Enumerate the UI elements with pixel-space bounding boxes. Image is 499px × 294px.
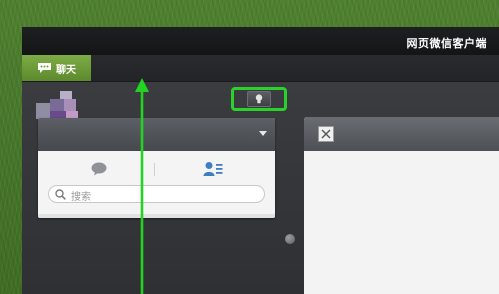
- sidebar-tabs: [38, 158, 275, 182]
- close-button[interactable]: [318, 126, 334, 142]
- search-placeholder: 搜索: [71, 192, 91, 203]
- search-icon: [55, 189, 66, 200]
- nav-tab-chat[interactable]: 聊天: [22, 55, 91, 81]
- lightbulb-button[interactable]: [231, 87, 287, 111]
- annotation-arrow-icon: [135, 78, 149, 294]
- lightbulb-icon: [255, 94, 263, 104]
- panel-footer: [38, 214, 275, 218]
- scroll-handle[interactable]: [285, 234, 295, 244]
- speech-bubble-icon: [38, 63, 51, 73]
- close-icon: [321, 129, 331, 139]
- chat-window: [304, 117, 499, 294]
- dropdown-arrow-icon[interactable]: [259, 131, 267, 136]
- nav-tab-chat-label: 聊天: [56, 64, 76, 76]
- nav-bar: 聊天: [22, 55, 499, 82]
- chat-bubble-icon[interactable]: [91, 162, 107, 176]
- lightbulb-button-face: [247, 91, 271, 107]
- sidebar-panel: 搜索: [38, 118, 275, 218]
- contacts-list-icon[interactable]: [203, 161, 223, 177]
- search-input[interactable]: 搜索: [48, 185, 265, 203]
- chat-header: [304, 117, 499, 151]
- title-bar: 网页微信客户端: [22, 27, 499, 55]
- app-title: 网页微信客户端: [406, 37, 487, 50]
- panel-header: [38, 118, 275, 151]
